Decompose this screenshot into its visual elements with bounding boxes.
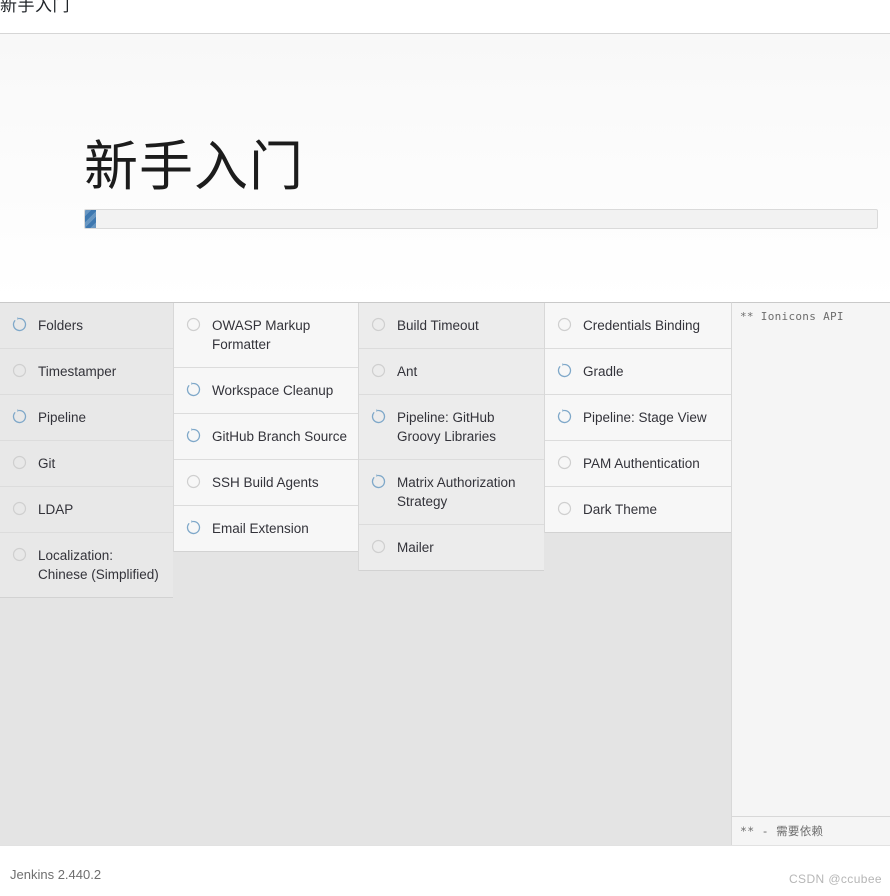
plugin-item: Ant [359, 349, 544, 395]
plugin-item: Git [0, 441, 173, 487]
circle-icon [371, 539, 386, 554]
circle-icon [12, 363, 27, 378]
plugin-item-label: GitHub Branch Source [212, 429, 348, 444]
plugin-item-label: SSH Build Agents [212, 475, 319, 490]
plugin-install-grid: Folders Timestamper Pipeline Git LDAP Localiz… [0, 302, 731, 845]
plugin-item: Workspace Cleanup [174, 368, 358, 414]
plugin-item-label: Pipeline: Stage View [583, 410, 707, 425]
plugin-item-label: Email Extension [212, 521, 309, 536]
plugin-item-label: OWASP Markup Formatter [212, 318, 311, 352]
plugin-item: SSH Build Agents [174, 460, 358, 506]
plugin-item: Pipeline [0, 395, 173, 441]
plugin-item-label: Pipeline [38, 410, 87, 425]
spinner-icon [371, 409, 386, 424]
page-footer: Jenkins 2.440.2 CSDN @ccubee [0, 845, 890, 896]
install-log-panel[interactable]: ** Ionicons API ** - 需要依赖 [731, 302, 890, 845]
plugin-item: PAM Authentication [545, 441, 731, 487]
plugin-item-label: Folders [38, 318, 84, 333]
progress-bar-fill [85, 210, 96, 228]
spinner-icon [186, 382, 201, 397]
page-title: 新手入门 [84, 137, 304, 197]
circle-icon [12, 547, 27, 562]
plugin-item-label: Credentials Binding [583, 318, 701, 333]
plugin-item: Localization: Chinese (Simplified) [0, 533, 173, 598]
circle-icon [186, 317, 201, 332]
dependency-legend: ** - 需要依赖 [732, 816, 890, 845]
page-header: 新手入门 [0, 34, 890, 302]
plugin-item: LDAP [0, 487, 173, 533]
browser-tab-title[interactable]: 新手入门 [0, 0, 70, 16]
circle-icon [557, 455, 572, 470]
circle-icon [12, 455, 27, 470]
jenkins-version-label: Jenkins 2.440.2 [10, 867, 102, 882]
plugin-column-3: Build Timeout Ant Pipeline: GitHub Groovy … [358, 303, 544, 571]
spinner-icon [186, 520, 201, 535]
plugin-item-label: Ant [397, 364, 418, 379]
plugin-item: Mailer [359, 525, 544, 571]
plugin-item: Matrix Authorization Strategy [359, 460, 544, 525]
circle-icon [371, 363, 386, 378]
circle-icon [12, 501, 27, 516]
spinner-icon [557, 363, 572, 378]
plugin-item-label: Git [38, 456, 56, 471]
spinner-icon [186, 428, 201, 443]
circle-icon [371, 317, 386, 332]
plugin-column-4: Credentials Binding Gradle Pipeline: Stage… [544, 303, 731, 533]
plugin-column-1: Folders Timestamper Pipeline Git LDAP Localiz… [0, 303, 173, 598]
spinner-icon [12, 317, 27, 332]
log-line: ** Ionicons API [740, 310, 844, 323]
spinner-icon [557, 409, 572, 424]
plugin-item: GitHub Branch Source [174, 414, 358, 460]
plugin-item: Dark Theme [545, 487, 731, 533]
plugin-item-label: Timestamper [38, 364, 117, 379]
circle-icon [186, 474, 201, 489]
plugin-item-label: PAM Authentication [583, 456, 700, 471]
plugin-item: Gradle [545, 349, 731, 395]
plugin-item-label: Pipeline: GitHub Groovy Libraries [397, 410, 497, 444]
browser-tab-strip: 新手入门 [0, 0, 890, 34]
circle-icon [557, 501, 572, 516]
plugin-item: Credentials Binding [545, 303, 731, 349]
installation-progress-bar [84, 209, 878, 229]
plugin-item-label: Localization: Chinese (Simplified) [38, 548, 159, 582]
watermark-label: CSDN @ccubee [788, 872, 882, 886]
plugin-item-label: LDAP [38, 502, 74, 517]
plugin-item: Pipeline: GitHub Groovy Libraries [359, 395, 544, 460]
plugin-item: Build Timeout [359, 303, 544, 349]
plugin-item-label: Workspace Cleanup [212, 383, 334, 398]
plugin-item-label: Dark Theme [583, 502, 658, 517]
plugin-item-label: Gradle [583, 364, 624, 379]
spinner-icon [12, 409, 27, 424]
plugin-item: Folders [0, 303, 173, 349]
plugin-item-label: Mailer [397, 540, 434, 555]
spinner-icon [371, 474, 386, 489]
plugin-item-label: Build Timeout [397, 318, 479, 333]
plugin-item: OWASP Markup Formatter [174, 303, 358, 368]
plugin-item: Timestamper [0, 349, 173, 395]
plugin-item: Pipeline: Stage View [545, 395, 731, 441]
plugin-column-2: OWASP Markup Formatter Workspace Cleanup G… [173, 303, 358, 552]
circle-icon [557, 317, 572, 332]
plugin-item: Email Extension [174, 506, 358, 552]
plugin-item-label: Matrix Authorization Strategy [397, 475, 516, 509]
